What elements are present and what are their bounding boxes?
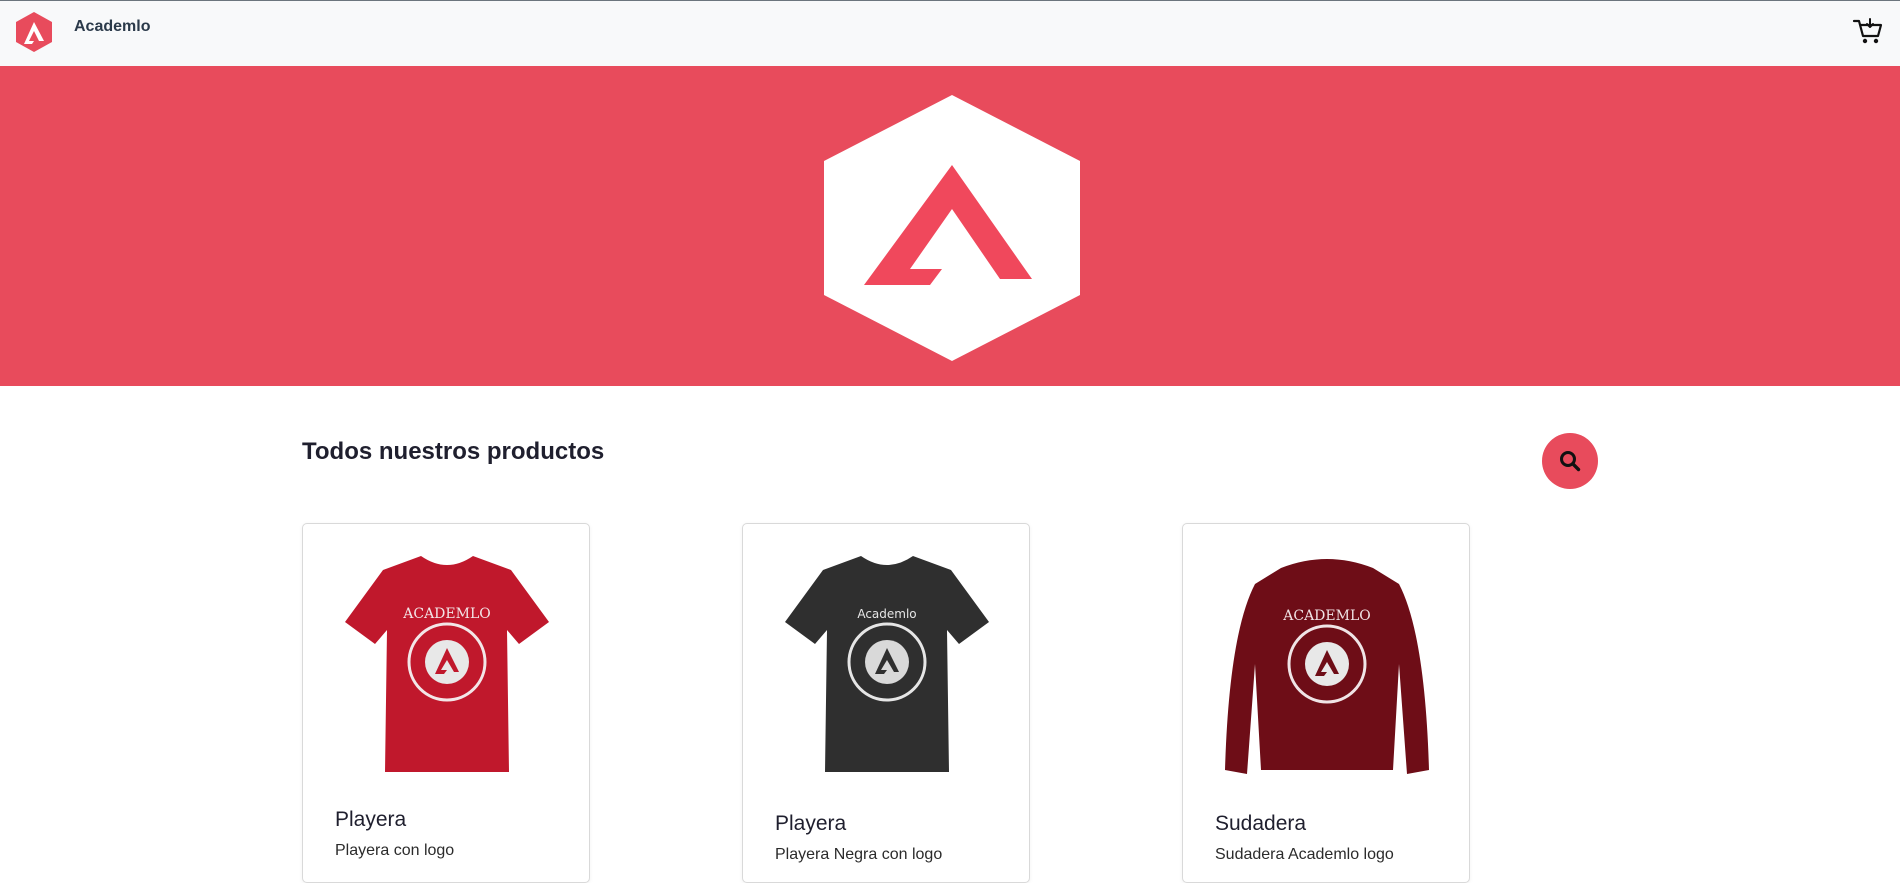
product-title: Playera	[335, 808, 407, 831]
black-tshirt-image: Academlo	[785, 556, 989, 772]
search-button[interactable]	[1542, 433, 1598, 489]
product-title: Playera	[775, 812, 847, 835]
academlo-hexagon-logo	[824, 95, 1080, 361]
svg-text:ACADEMLO: ACADEMLO	[1282, 608, 1371, 624]
svg-text:ACADEMLO: ACADEMLO	[402, 606, 491, 622]
brand-name[interactable]: Academlo	[74, 18, 150, 36]
product-card[interactable]: ACADEMLO Sudadera Sudadera Academlo logo	[1182, 523, 1470, 883]
red-tshirt-image: ACADEMLO	[345, 556, 549, 772]
search-icon	[1560, 451, 1581, 472]
product-card[interactable]: ACADEMLO Playera Playera con logo	[302, 523, 590, 883]
product-description: Playera Negra con logo	[775, 846, 943, 863]
navbar: Academlo	[0, 0, 1900, 66]
product-card[interactable]: Academlo Playera Playera Negra con logo	[742, 523, 1030, 883]
product-description: Sudadera Academlo logo	[1215, 846, 1394, 863]
cart-icon[interactable]	[1852, 15, 1884, 47]
product-description: Playera con logo	[335, 842, 455, 859]
section-title: Todos nuestros productos	[302, 438, 605, 465]
academlo-logo-icon[interactable]	[15, 11, 53, 53]
svg-text:Academlo: Academlo	[857, 607, 916, 621]
product-title: Sudadera	[1215, 812, 1307, 835]
hero-banner	[0, 66, 1900, 386]
maroon-sweatshirt-image: ACADEMLO	[1225, 559, 1429, 774]
